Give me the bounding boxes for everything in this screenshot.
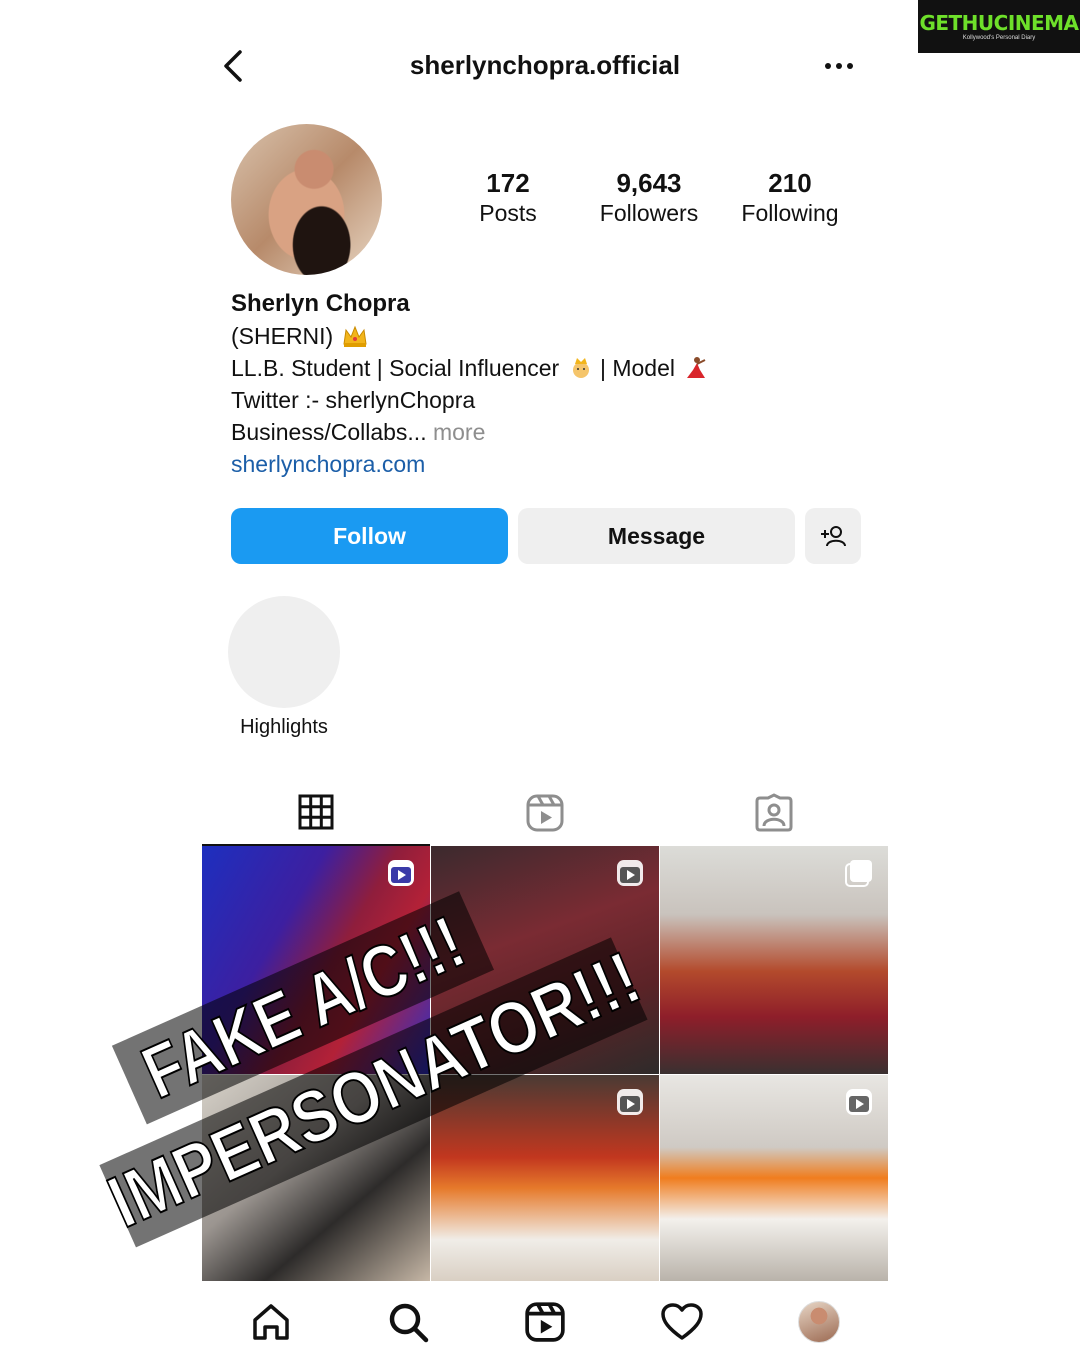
profile-display-name: Sherlyn Chopra	[231, 290, 410, 317]
post-thumbnail[interactable]	[660, 1075, 888, 1281]
home-icon	[253, 1304, 289, 1340]
stat-label: Posts	[479, 200, 537, 226]
watermark-title: GETHUCINEMA	[919, 10, 1079, 35]
more-options-button[interactable]	[822, 54, 856, 78]
nav-reels[interactable]	[523, 1300, 567, 1344]
post-thumbnail[interactable]	[660, 846, 888, 1074]
bio-line: LL.B. Student | Social Influencer | Mode…	[231, 352, 871, 384]
nav-activity[interactable]	[660, 1300, 704, 1344]
reels-icon	[526, 794, 564, 832]
stat-value: 172	[486, 168, 530, 198]
top-bar: sherlynchopra.official	[202, 40, 888, 92]
bio-line: Twitter :- sherlynChopra	[231, 387, 476, 413]
bottom-navigation	[202, 1288, 888, 1350]
nav-profile[interactable]	[797, 1300, 841, 1344]
bio-website-link[interactable]: sherlynchopra.com	[231, 448, 871, 480]
bio-line: Business/Collabs... more	[231, 416, 871, 448]
bio-text: (SHERNI)	[231, 323, 334, 349]
follow-button[interactable]: Follow	[231, 508, 508, 564]
stat-posts[interactable]: 172 Posts	[438, 168, 578, 228]
multi-post-icon	[845, 860, 872, 887]
profile-stats: 172 Posts 9,643 Followers 210 Following	[202, 168, 888, 238]
stat-label: Following	[741, 200, 839, 226]
stat-followers[interactable]: 9,643 Followers	[579, 168, 719, 228]
profile-username: sherlynchopra.official	[409, 50, 681, 80]
bio-more-link[interactable]: more	[427, 419, 485, 445]
grid-icon	[298, 794, 334, 830]
nav-home[interactable]	[249, 1300, 293, 1344]
post-thumbnail[interactable]	[202, 846, 430, 1074]
add-user-icon	[821, 526, 846, 547]
profile-tabs	[202, 780, 888, 846]
nav-search[interactable]	[386, 1300, 430, 1344]
post-thumbnail[interactable]	[202, 1075, 430, 1281]
post-thumbnail[interactable]	[431, 1075, 659, 1281]
watermark-subtitle: Kollywood's Personal Diary	[962, 34, 1036, 41]
heart-icon	[661, 1303, 703, 1340]
post-thumbnail[interactable]	[431, 846, 659, 1074]
highlight-cover	[228, 596, 340, 708]
highlight-label: Highlights	[240, 716, 328, 738]
crown-emoji-icon	[343, 325, 367, 347]
tab-reels[interactable]	[431, 780, 659, 846]
stat-value: 9,643	[616, 168, 682, 198]
reel-badge-icon	[617, 860, 643, 886]
tab-tagged[interactable]	[660, 780, 888, 846]
posts-grid	[202, 846, 888, 1281]
profile-screen: sherlynchopra.official 172 Posts 9,643 F…	[202, 0, 888, 1350]
profile-bio: Sherlyn Chopra (SHERNI) LL.B. Student | …	[231, 288, 871, 480]
more-horizontal-icon	[825, 63, 853, 69]
bio-text: | Model	[593, 355, 675, 381]
reel-badge-icon	[388, 860, 414, 886]
reel-badge-icon	[846, 1089, 872, 1115]
highlights-item[interactable]: Highlights	[228, 596, 340, 739]
bio-text: LL.B. Student | Social Influencer	[231, 355, 566, 381]
stat-value: 210	[768, 168, 812, 198]
suggested-users-button[interactable]	[805, 508, 861, 564]
reels-icon	[525, 1302, 565, 1342]
dancer-emoji-icon	[687, 357, 706, 378]
reel-badge-icon	[617, 1089, 643, 1115]
profile-actions: Follow Message	[231, 508, 861, 564]
stat-label: Followers	[599, 200, 699, 226]
search-icon	[389, 1303, 429, 1343]
tagged-icon	[755, 793, 793, 832]
watermark-logo: GETHUCINEMA Kollywood's Personal Diary	[918, 0, 1080, 53]
message-button[interactable]: Message	[518, 508, 795, 564]
princess-emoji-icon	[572, 358, 589, 378]
tab-posts-grid[interactable]	[202, 780, 430, 846]
bio-text: Business/Collabs...	[231, 419, 427, 445]
bio-line: (SHERNI)	[231, 320, 871, 352]
stat-following[interactable]: 210 Following	[720, 168, 860, 228]
profile-avatar-small	[798, 1301, 840, 1343]
